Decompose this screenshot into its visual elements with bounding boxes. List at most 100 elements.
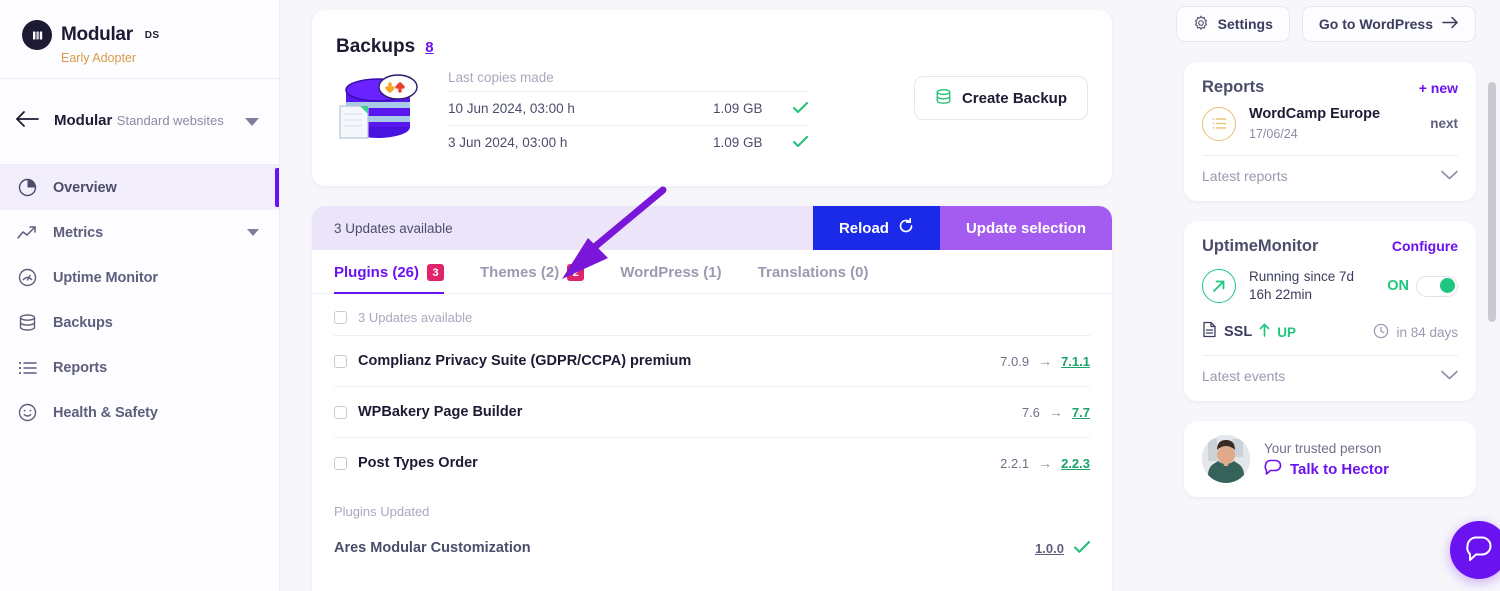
backup-copy-row: 10 Jun 2024, 03:00 h 1.09 GB: [448, 91, 808, 125]
talk-to-hector-action[interactable]: Talk to Hector: [1264, 459, 1389, 480]
plugin-name: Post Types Order: [358, 455, 478, 471]
sidebar-item-reports[interactable]: Reports: [0, 345, 279, 390]
arrow-up-icon: [1259, 323, 1270, 342]
tab-wordpress[interactable]: WordPress (1): [620, 250, 721, 293]
tab-plugins[interactable]: Plugins (26) 3: [334, 250, 445, 294]
arrow-left-icon[interactable]: [14, 110, 40, 133]
latest-events-toggle[interactable]: Latest events: [1202, 356, 1458, 387]
check-icon: [793, 100, 808, 117]
arrow-right-icon: →: [1038, 455, 1053, 471]
uptime-title: UptimeMonitor: [1202, 236, 1319, 255]
sidebar-item-label: Overview: [53, 179, 117, 196]
check-icon: [793, 134, 808, 151]
update-selection-button[interactable]: Update selection: [939, 206, 1112, 250]
reports-title: Reports: [1202, 78, 1265, 96]
sidebar-item-metrics[interactable]: Metrics: [0, 210, 279, 255]
go-to-wordpress-button[interactable]: Go to WordPress: [1301, 6, 1476, 42]
new-report-button[interactable]: + new: [1419, 80, 1458, 96]
pie-chart-icon: [16, 177, 38, 199]
tab-themes[interactable]: Themes (2) 2: [480, 250, 585, 293]
status-badge: 3: [427, 264, 445, 281]
latest-events-label: Latest events: [1202, 368, 1286, 385]
main-content: Backups 8 Last copies made 10 Jun 2024, …: [280, 0, 1160, 591]
list-icon: [1202, 106, 1236, 141]
chat-bubble-icon: [1264, 459, 1282, 480]
list-icon: [16, 357, 38, 379]
plugin-name: Ares Modular Customization: [334, 540, 531, 556]
modular-logo-icon: [22, 20, 52, 50]
chevron-down-icon[interactable]: [245, 117, 259, 126]
uptime-monitor-card: UptimeMonitor Configure Running since 7d…: [1184, 220, 1476, 402]
current-version: 7.0.9: [1000, 353, 1030, 369]
uptime-status: Running: [1249, 268, 1300, 284]
brand-suffix: DS: [144, 29, 160, 41]
tab-label: Themes (2): [480, 264, 560, 281]
clock-icon: [1373, 323, 1389, 342]
new-version-link[interactable]: 7.7: [1072, 405, 1090, 420]
refresh-icon: [898, 217, 914, 238]
brand-tagline: Early Adopter: [61, 51, 137, 65]
current-version: 2.2.1: [1000, 455, 1030, 471]
sidebar-item-backups[interactable]: Backups: [0, 300, 279, 345]
avatar: [1202, 435, 1250, 484]
updated-version[interactable]: 1.0.0: [1035, 541, 1064, 556]
uptime-toggle[interactable]: [1416, 275, 1458, 297]
create-backup-button[interactable]: Create Backup: [913, 76, 1088, 120]
database-icon: [935, 88, 952, 109]
latest-reports-label: Latest reports: [1202, 167, 1288, 184]
backup-copy-row: 3 Jun 2024, 03:00 h 1.09 GB: [448, 125, 808, 159]
table-row: WPBakery Page Builder 7.6 → 7.7: [334, 386, 1090, 437]
trusted-person-card: Your trusted person Talk to Hector: [1184, 421, 1476, 498]
backups-count-link[interactable]: 8: [425, 39, 433, 56]
backups-card: Backups 8 Last copies made 10 Jun 2024, …: [312, 10, 1112, 186]
new-version-link[interactable]: 7.1.1: [1061, 354, 1090, 369]
ssl-expiry-text: in 84 days: [1396, 324, 1458, 340]
reload-button[interactable]: Reload: [812, 206, 940, 250]
report-item[interactable]: WordCamp Europe 17/06/24 next: [1202, 97, 1458, 155]
copies-header: Last copies made: [448, 70, 554, 85]
gear-icon: [1193, 14, 1209, 34]
row-checkbox[interactable]: [334, 456, 347, 470]
table-row: Post Types Order 2.2.1 → 2.2.3: [334, 437, 1090, 488]
site-selector[interactable]: Modular Standard websites: [0, 79, 279, 165]
latest-reports-toggle[interactable]: Latest reports: [1202, 156, 1458, 187]
sidebar-item-label: Health & Safety: [53, 404, 158, 421]
sidebar-item-label: Reports: [53, 359, 108, 376]
arrow-up-right-icon: [1202, 269, 1236, 304]
scrollbar-thumb[interactable]: [1488, 82, 1496, 322]
chevron-down-icon[interactable]: [247, 229, 259, 236]
update-selection-label: Update selection: [965, 219, 1086, 237]
ssl-state: UP: [1277, 324, 1296, 340]
chevron-down-icon[interactable]: [1441, 167, 1458, 185]
new-version-link[interactable]: 2.2.3: [1061, 456, 1090, 471]
table-row: Ares Modular Customization 1.0.0: [334, 527, 1090, 569]
go-to-wordpress-label: Go to WordPress: [1318, 16, 1433, 32]
copy-date: 10 Jun 2024, 03:00 h: [448, 101, 575, 116]
uptime-status-row: Running since 7d 16h 22min ON: [1202, 256, 1458, 316]
chevron-down-icon[interactable]: [1441, 367, 1458, 385]
tab-translations[interactable]: Translations (0): [758, 250, 869, 293]
brand-header: Modular DS Early Adopter: [0, 0, 279, 79]
ssl-label: SSL: [1224, 324, 1253, 341]
sidebar-item-uptime-monitor[interactable]: Uptime Monitor: [0, 255, 279, 300]
row-checkbox[interactable]: [334, 354, 347, 368]
tab-label: Translations (0): [757, 264, 869, 281]
sidebar-item-overview[interactable]: Overview: [0, 165, 279, 210]
configure-button[interactable]: Configure: [1392, 238, 1458, 254]
toggle-state-label: ON: [1387, 278, 1409, 295]
reports-card: Reports + new WordCamp Europe 17/06/24 n…: [1184, 62, 1476, 201]
reload-label: Reload: [838, 219, 889, 237]
list-header-label: 3 Updates available: [358, 310, 473, 325]
row-checkbox[interactable]: [334, 405, 347, 419]
database-cloud-illustration: [336, 70, 424, 150]
scrollbar[interactable]: [1488, 0, 1496, 591]
update-tabs: Plugins (26) 3 Themes (2) 2 WordPress (1…: [312, 250, 1112, 294]
current-version: 7.6: [1021, 404, 1040, 420]
settings-button[interactable]: Settings: [1175, 6, 1290, 42]
select-all-row: 3 Updates available: [334, 294, 1090, 335]
app-root: Modular DS Early Adopter Modular Standar…: [0, 0, 1500, 591]
plugin-name: Complianz Privacy Suite (GDPR/CCPA) prem…: [358, 353, 692, 369]
select-all-checkbox[interactable]: [334, 311, 347, 324]
ssl-row: SSL UP in 84 days: [1202, 315, 1458, 355]
sidebar-item-health-safety[interactable]: Health & Safety: [0, 390, 279, 435]
